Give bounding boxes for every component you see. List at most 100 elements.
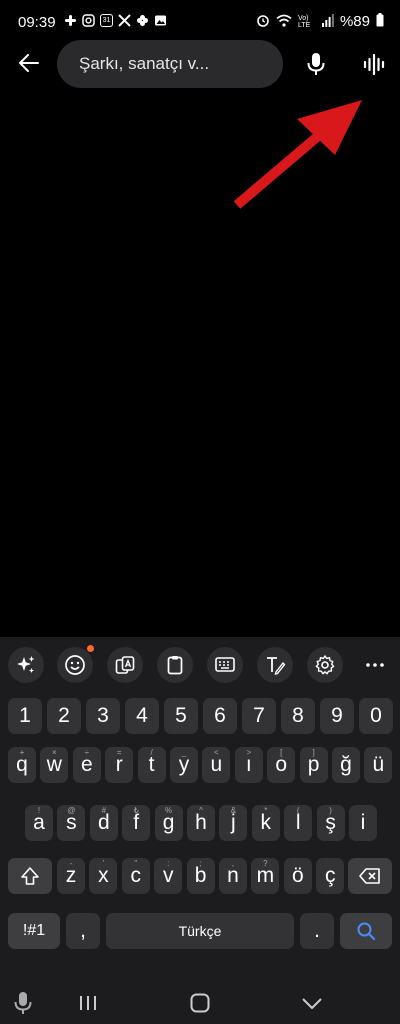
keyboard-mic-button[interactable] [8,988,38,1018]
key-m[interactable]: m? [251,858,280,894]
translate-button[interactable] [107,647,143,683]
key-p[interactable]: p] [299,747,328,783]
more-icon [366,663,384,667]
key-ö[interactable]: ö [283,858,312,894]
key-hint: ^ [199,806,203,815]
key-j[interactable]: j & [219,805,248,841]
clipboard-button[interactable] [157,647,193,683]
search-icon [357,922,376,941]
hide-keyboard-button[interactable] [297,988,327,1018]
ai-sparkle-button[interactable] [8,647,44,683]
back-button[interactable] [14,48,44,78]
key-h[interactable]: h ^ [187,805,215,841]
key-hint: * [264,806,268,815]
key-hint: / [150,748,153,757]
chevron-down-icon [302,998,322,1009]
handwriting-button[interactable] [257,647,293,683]
key-k[interactable]: k * [251,805,280,841]
key-hint: = [116,748,122,757]
notification-icons: 31 [64,14,167,27]
key-7[interactable]: 7 [242,698,276,734]
key-a[interactable]: a! [25,805,53,841]
search-enter-key[interactable] [340,913,392,949]
gallery-icon [154,14,167,27]
home-button[interactable] [185,988,215,1018]
settings-button[interactable] [307,647,343,683]
key-u[interactable]: u < [202,747,231,783]
key-ğ[interactable]: ğ [332,747,360,783]
key-e[interactable]: e ÷ [72,747,101,783]
key-3[interactable]: 3 [86,698,120,734]
key-x[interactable]: x ' [89,858,118,894]
key-q[interactable]: q + [8,747,36,783]
symbols-key[interactable]: !#1 [8,913,60,949]
x-icon [118,14,131,27]
microphone-icon [14,992,32,1014]
key-4[interactable]: 4 [125,698,159,734]
system-indicators: Vo) LTE %89 [256,13,384,30]
key-l[interactable]: l( [284,805,313,841]
key-label: . [314,919,320,942]
key-o[interactable]: o[ [267,747,296,783]
key-ş[interactable]: ş) [316,805,345,841]
key-w[interactable]: w × [40,747,69,783]
emoji-button[interactable] [57,647,93,683]
shift-icon [21,867,39,885]
status-bar: 09:39 31 Vo) LTE %89 [0,0,400,44]
key-d[interactable]: d # [89,805,118,841]
key-hint: ] [312,748,315,757]
pinwheel-icon [136,14,149,27]
key-f[interactable]: f ₺ [122,805,151,841]
backspace-key[interactable] [348,858,392,894]
key-9[interactable]: 9 [320,698,354,734]
key-ı[interactable]: ı > [234,747,263,783]
key-n[interactable]: n, [219,858,247,894]
key-i[interactable]: i [349,805,377,841]
key-ü[interactable]: ü [364,747,393,783]
sound-wave-icon [363,53,385,76]
voice-search-button[interactable] [302,50,330,78]
key-1[interactable]: 1 [8,698,42,734]
key-label: ğ [340,753,352,776]
comma-key[interactable]: , [66,913,100,949]
key-2[interactable]: 2 [47,698,81,734]
key-label: 0 [370,704,382,727]
key-r[interactable]: r = [105,747,134,783]
key-8[interactable]: 8 [281,698,315,734]
shift-key[interactable] [8,858,52,894]
key-hint: < [214,748,219,757]
key-y[interactable]: y _ [170,747,198,783]
key-label: 3 [97,704,109,727]
annotation-arrow [233,100,362,209]
more-button[interactable] [357,647,393,683]
key-label: ç [324,864,336,887]
keyboard-mode-button[interactable] [207,647,243,683]
instagram-icon [82,14,95,27]
key-label: 5 [175,704,187,727]
key-g[interactable]: g% [154,805,183,841]
key-z[interactable]: z- [57,858,85,894]
key-ç[interactable]: ç [316,858,345,894]
space-key[interactable]: Türkçe [106,913,294,949]
search-input[interactable]: Şarkı, sanatçı v... [57,40,283,88]
key-0[interactable]: 0 [359,698,393,734]
key-b[interactable]: b; [186,858,215,894]
key-hint: ; [199,859,202,868]
key-s[interactable]: s @ [57,805,86,841]
key-hint: + [19,748,25,757]
key-label: 8 [292,704,304,727]
key-hint: × [52,748,57,757]
key-v[interactable]: v: [154,858,183,894]
period-key[interactable]: . [300,913,334,949]
key-6[interactable]: 6 [203,698,237,734]
arrow-left-icon [19,54,39,72]
key-t[interactable]: t / [137,747,166,783]
key-5[interactable]: 5 [164,698,198,734]
calendar-31-icon: 31 [100,14,113,27]
key-c[interactable]: c " [121,858,150,894]
key-hint: ( [296,806,300,815]
key-hint: ÷ [84,748,89,757]
recent-apps-button[interactable] [73,988,103,1018]
song-recognition-button[interactable] [359,50,387,78]
key-hint: : [167,859,170,868]
